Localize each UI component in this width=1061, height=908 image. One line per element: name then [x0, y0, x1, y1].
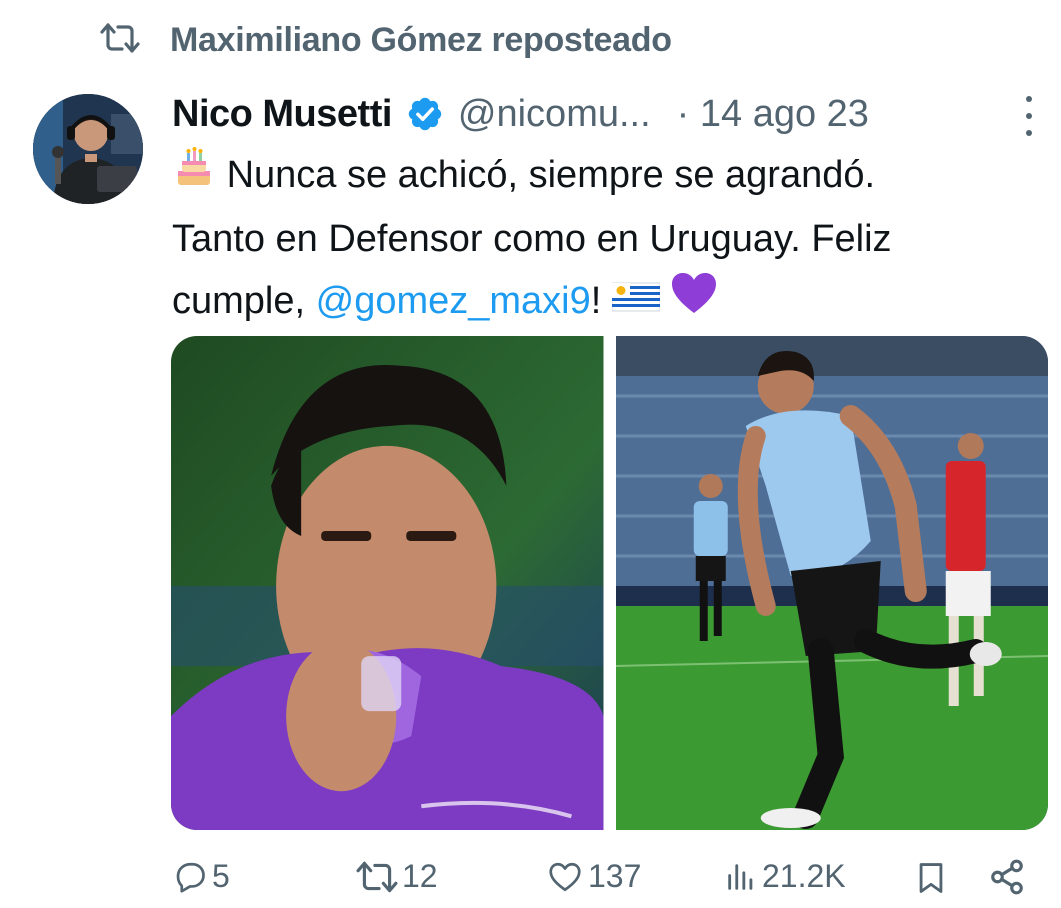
heart-icon: [546, 859, 584, 895]
tweet-line-1-text: Nunca se achicó, siempre se agrandó.: [226, 154, 876, 196]
tweet-media[interactable]: [171, 336, 1048, 830]
birthday-cake-emoji: [172, 145, 216, 208]
tweet-line-3-suffix: !: [590, 280, 602, 323]
purple-heart-emoji: [670, 272, 718, 335]
tweet-line-3-prefix: cumple,: [172, 280, 316, 323]
verified-badge-icon[interactable]: [406, 95, 444, 133]
avatar[interactable]: [33, 94, 143, 204]
reply-count: 5: [212, 858, 230, 894]
tweet-text: Nunca se achicó, siempre se agrandó. Tan…: [172, 144, 1047, 335]
like-button[interactable]: 137: [546, 858, 641, 895]
repost-count: 12: [402, 858, 438, 894]
bookmark-icon: [914, 858, 948, 898]
reply-button[interactable]: 5: [172, 858, 230, 895]
views-button[interactable]: 21.2K: [724, 858, 846, 895]
more-options-icon[interactable]: [1016, 96, 1042, 136]
tweet-line-3: cumple, @gomez_maxi9!: [172, 270, 1047, 334]
views-icon: [724, 859, 758, 895]
repost-button[interactable]: 12: [356, 858, 438, 895]
repost-text: Maximiliano Gómez reposteado: [170, 20, 672, 59]
uruguay-flag-emoji: [611, 272, 661, 334]
player-celebrating-photo[interactable]: [615, 336, 1048, 830]
reply-icon: [172, 859, 208, 895]
tweet-actions: 5 12 137 21.2K: [170, 852, 1040, 908]
author-handle[interactable]: @nicomu...: [458, 93, 651, 136]
author-display-name[interactable]: Nico Musetti: [172, 93, 392, 136]
tweet-date[interactable]: · 14 ago 23: [677, 93, 869, 136]
tweet-header: Nico Musetti @nicomu... · 14 ago 23: [172, 86, 1042, 142]
tweet-line-1: Nunca se achicó, siempre se agrandó.: [172, 144, 1047, 208]
repost-indicator[interactable]: Maximiliano Gómez reposteado: [100, 14, 672, 66]
share-icon: [988, 858, 1026, 896]
like-count: 137: [588, 858, 642, 894]
repost-icon: [100, 21, 140, 60]
views-count: 21.2K: [762, 858, 846, 894]
repost-action-icon: [356, 859, 398, 895]
bookmark-button[interactable]: [914, 858, 948, 898]
player-kissing-jersey-photo[interactable]: [171, 336, 604, 830]
tweet-line-2: Tanto en Defensor como en Uruguay. Feliz: [172, 218, 892, 261]
mention-link[interactable]: @gomez_maxi9: [316, 280, 591, 322]
share-button[interactable]: [988, 858, 1026, 896]
